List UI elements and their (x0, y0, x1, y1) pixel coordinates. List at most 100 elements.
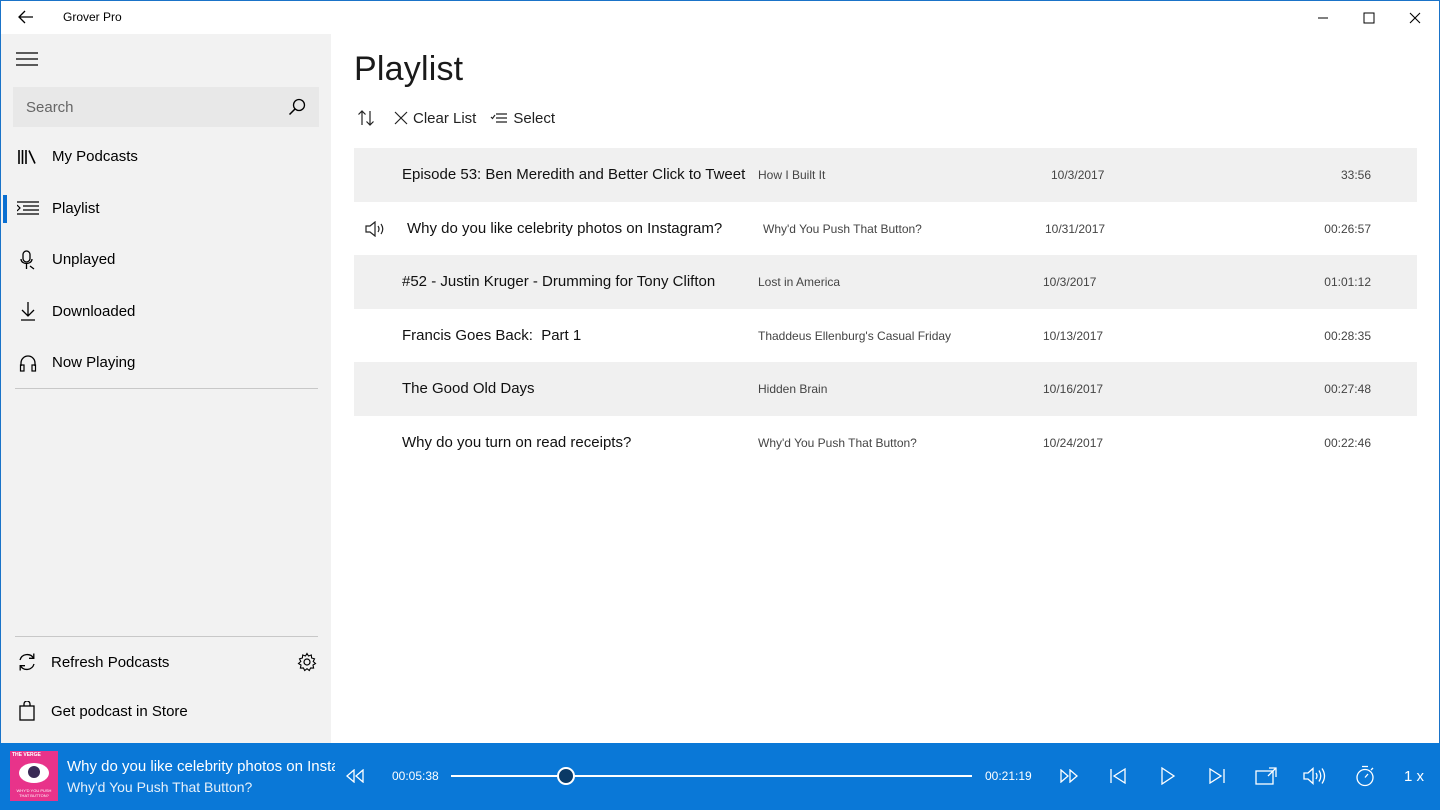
sidebar-item-unplayed[interactable]: Unplayed (1, 234, 331, 286)
table-row[interactable]: #52 - Justin Kruger - Drumming for Tony … (354, 255, 1417, 309)
episode-duration: 01:01:12 (1324, 275, 1371, 289)
remaining-time: 00:21:19 (985, 769, 1032, 783)
episode-podcast: Why'd You Push That Button? (763, 221, 922, 236)
minimize-icon (1318, 17, 1328, 18)
main-content: Playlist Clear List Select Episode 53: B… (331, 34, 1439, 744)
episode-date: 10/3/2017 (1051, 168, 1105, 182)
sidebar-item-playlist[interactable]: Playlist (1, 183, 331, 235)
sidebar-item-my-podcasts[interactable]: My Podcasts (1, 131, 331, 183)
fast-forward-icon (1060, 769, 1078, 783)
maximize-button[interactable] (1346, 1, 1392, 34)
episode-date: 10/31/2017 (1045, 221, 1106, 236)
sidebar-nav: My Podcasts Playlist Unplayed Downloaded (1, 131, 331, 389)
episode-list: Episode 53: Ben Meredith and Better Clic… (354, 148, 1417, 469)
clear-list-button[interactable]: Clear List (394, 110, 476, 127)
playlist-toolbar: Clear List Select (357, 106, 569, 130)
cast-button[interactable] (1253, 764, 1279, 788)
back-button[interactable] (13, 5, 39, 29)
sidebar-divider (15, 388, 318, 389)
album-art[interactable]: THE VERGE WHY'D YOU PUSH THAT BUTTON? (10, 751, 58, 801)
album-art-pupil (28, 766, 40, 778)
table-row[interactable]: Why do you like celebrity photos on Inst… (354, 202, 1417, 256)
table-row[interactable]: Francis Goes Back: Part 1 Thaddeus Ellen… (354, 309, 1417, 363)
episode-podcast: Hidden Brain (758, 382, 828, 396)
seek-thumb[interactable] (556, 767, 575, 785)
now-playing-podcast: Why'd You Push That Button? (67, 779, 253, 795)
rewind-icon (346, 769, 364, 783)
episode-podcast: Why'd You Push That Button? (758, 435, 917, 450)
search-input[interactable] (13, 87, 283, 127)
episode-title: #52 - Justin Kruger - Drumming for Tony … (402, 273, 716, 290)
episode-date: 10/24/2017 (1043, 435, 1104, 450)
play-icon (1161, 767, 1176, 785)
refresh-icon (16, 651, 38, 673)
search-box (13, 87, 319, 127)
refresh-label: Refresh Podcasts (51, 653, 170, 671)
cast-icon (1255, 767, 1277, 785)
sidebar-item-label: My Podcasts (52, 148, 138, 166)
seek-bar-fill (451, 775, 566, 777)
minimize-button[interactable] (1300, 1, 1346, 34)
episode-duration: 00:26:57 (1324, 221, 1371, 236)
episode-title: Why do you turn on read receipts? (402, 433, 632, 451)
album-art-brand: THE VERGE (12, 752, 41, 758)
fast-forward-button[interactable] (1056, 764, 1082, 788)
volume-icon (1303, 767, 1326, 785)
refresh-podcasts-button[interactable]: Refresh Podcasts (1, 638, 331, 686)
playback-speed-button[interactable]: 1 x (1404, 768, 1424, 785)
sidebar-item-label: Playlist (52, 199, 100, 217)
episode-date: 10/16/2017 (1043, 382, 1104, 396)
skip-previous-icon (1110, 768, 1126, 784)
volume-button[interactable] (1302, 764, 1328, 788)
hamburger-menu-button[interactable] (13, 46, 41, 72)
sort-icon (358, 110, 374, 126)
get-podcast-store-button[interactable]: Get podcast in Store (1, 687, 331, 735)
episode-podcast: Lost in America (758, 275, 841, 289)
gear-icon (297, 652, 317, 672)
table-row[interactable]: Episode 53: Ben Meredith and Better Clic… (354, 148, 1417, 202)
speaker-icon (365, 219, 387, 239)
episode-date: 10/13/2017 (1043, 328, 1104, 343)
sidebar-item-downloaded[interactable]: Downloaded (1, 286, 331, 338)
sidebar-item-now-playing[interactable]: Now Playing (1, 337, 331, 389)
unplayed-icon (17, 249, 39, 271)
episode-podcast: Thaddeus Ellenburg's Casual Friday (758, 328, 952, 343)
multi-select-icon (490, 113, 508, 123)
rewind-button[interactable] (342, 764, 368, 788)
episode-duration: 00:22:46 (1324, 435, 1371, 450)
close-button[interactable] (1392, 1, 1438, 34)
search-button[interactable] (287, 97, 307, 117)
select-label: Select (513, 109, 556, 127)
sidebar-item-label: Unplayed (52, 251, 116, 269)
skip-next-icon (1209, 768, 1225, 784)
timer-icon (1356, 765, 1374, 787)
next-button[interactable] (1204, 764, 1230, 788)
close-icon (1409, 12, 1421, 23)
store-label: Get podcast in Store (51, 702, 188, 720)
player-bar: THE VERGE WHY'D YOU PUSH THAT BUTTON? Wh… (0, 743, 1440, 810)
clear-list-label: Clear List (413, 109, 477, 127)
library-icon (17, 146, 39, 168)
album-art-caption: WHY'D YOU PUSH THAT BUTTON? (16, 788, 52, 798)
sidebar-item-label: Now Playing (52, 354, 136, 372)
sleep-timer-button[interactable] (1352, 764, 1378, 788)
close-icon (394, 111, 408, 125)
hamburger-icon (16, 52, 38, 66)
download-icon (17, 300, 39, 322)
store-bag-icon (16, 700, 38, 722)
search-icon (288, 98, 306, 116)
episode-duration: 00:28:35 (1324, 328, 1371, 343)
episode-title: Episode 53: Ben Meredith and Better Clic… (402, 166, 746, 183)
app-title: Grover Pro (63, 10, 122, 24)
table-row[interactable]: The Good Old Days Hidden Brain 10/16/201… (354, 362, 1417, 416)
headphones-icon (17, 352, 39, 374)
play-button[interactable] (1155, 764, 1181, 788)
settings-button[interactable] (295, 650, 319, 674)
select-button[interactable]: Select (490, 110, 555, 127)
previous-button[interactable] (1105, 764, 1131, 788)
seek-bar[interactable] (451, 775, 972, 777)
table-row[interactable]: Why do you turn on read receipts? Why'd … (354, 416, 1417, 470)
sort-button[interactable] (357, 109, 380, 127)
page-title: Playlist (354, 50, 464, 88)
elapsed-time: 00:05:38 (392, 769, 439, 783)
